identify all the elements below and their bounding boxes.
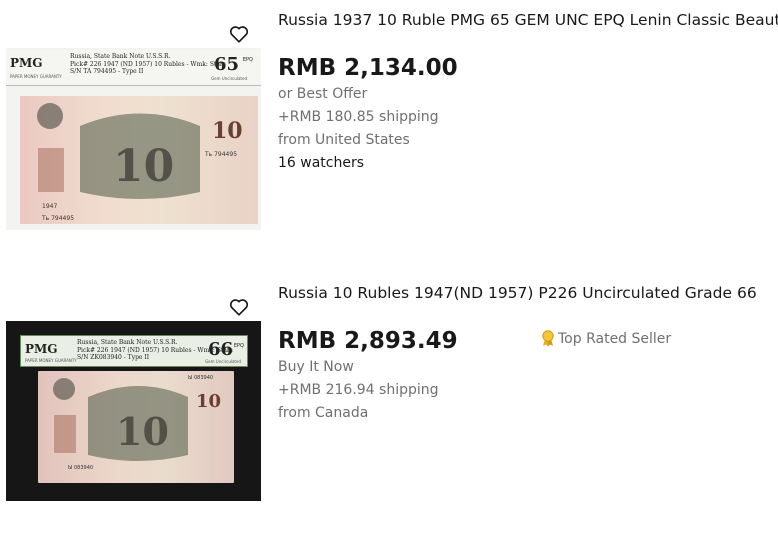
pmg-guarantee: PAPER MONEY GUARANTY — [25, 358, 77, 363]
listing-card[interactable]: PMG Russia, State Bank Note U.S.S.R. Pic… — [0, 273, 778, 550]
heart-icon[interactable] — [228, 23, 250, 45]
item-location: from United States — [278, 132, 410, 148]
pmg-description: Russia, State Bank Note U.S.S.R. Pick# 2… — [70, 53, 226, 76]
banknote-art: 10 10 1947 Ть 794495 Ть 794495 — [37, 103, 243, 222]
top-rated-seller-badge: Top Rated Seller — [540, 330, 671, 347]
listing-price: RMB 2,893.49 — [278, 328, 458, 354]
pmg-grade: 66 — [207, 339, 233, 360]
banknote-serial-top: Ть 794495 — [204, 151, 237, 158]
banknote-corner-denomination: 10 — [212, 118, 243, 144]
pmg-line: Russia, State Bank Note U.S.S.R. — [70, 53, 171, 60]
pmg-logo: PMG — [25, 342, 58, 356]
shipping-cost: +RMB 216.94 shipping — [278, 382, 439, 398]
listing-price: RMB 2,134.00 — [278, 55, 458, 81]
pmg-grade: 65 — [213, 54, 239, 75]
banknote-serial: Ы 083940 — [68, 465, 93, 471]
buying-format: or Best Offer — [278, 86, 368, 102]
pmg-grade-desc: Gem Uncirculated — [211, 76, 247, 81]
banknote-year: 1947 — [42, 203, 57, 210]
banknote-serial: Ть 794495 — [41, 215, 74, 222]
listing-image[interactable]: PMG Russia, State Bank Note U.S.S.R. Pic… — [6, 321, 261, 501]
shipping-cost: +RMB 180.85 shipping — [278, 109, 439, 125]
pmg-holder-label: PMG Russia, State Bank Note U.S.S.R. Pic… — [20, 335, 248, 367]
ribbon-award-icon — [542, 330, 554, 347]
banknote-serial-top: Ы 083940 — [188, 375, 213, 381]
pmg-holder-label: PMG Russia, State Bank Note U.S.S.R. Pic… — [6, 50, 261, 86]
banknote-art: 10 10 Ы 083940 Ы 083940 — [53, 375, 221, 471]
pmg-epq: EPQ — [233, 343, 244, 349]
listing-title[interactable]: Russia 10 Rubles 1947(ND 1957) P226 Unci… — [278, 284, 778, 302]
banknote-corner-denomination: 10 — [196, 391, 221, 412]
heart-icon[interactable] — [228, 296, 250, 318]
banknote: 10 10 Ы 083940 Ы 083940 — [38, 371, 234, 483]
banknote-denomination: 10 — [116, 409, 169, 454]
listing-image[interactable]: PMG Russia, State Bank Note U.S.S.R. Pic… — [6, 48, 261, 230]
buying-format: Buy It Now — [278, 359, 354, 375]
watchers-count: 16 watchers — [278, 155, 365, 171]
badge-label: Top Rated Seller — [558, 330, 672, 347]
pmg-line: S/N TA 794495 - Type II — [70, 68, 144, 75]
banknote: 10 10 1947 Ть 794495 Ть 794495 — [20, 96, 258, 224]
banknote-denomination: 10 — [113, 141, 174, 192]
listing-card[interactable]: PMG Russia, State Bank Note U.S.S.R. Pic… — [0, 0, 778, 273]
pmg-line: Pick# 226 1947 (ND 1957) 10 Rubles - Wmk… — [70, 60, 226, 68]
listing-title[interactable]: Russia 1937 10 Ruble PMG 65 GEM UNC EPQ … — [278, 11, 778, 29]
pmg-guarantee: PAPER MONEY GUARANTY — [10, 74, 62, 79]
pmg-grade-desc: Gem Uncirculated — [205, 359, 241, 364]
pmg-logo: PMG — [10, 56, 43, 70]
item-location: from Canada — [278, 405, 369, 421]
pmg-epq: EPQ — [242, 57, 253, 63]
